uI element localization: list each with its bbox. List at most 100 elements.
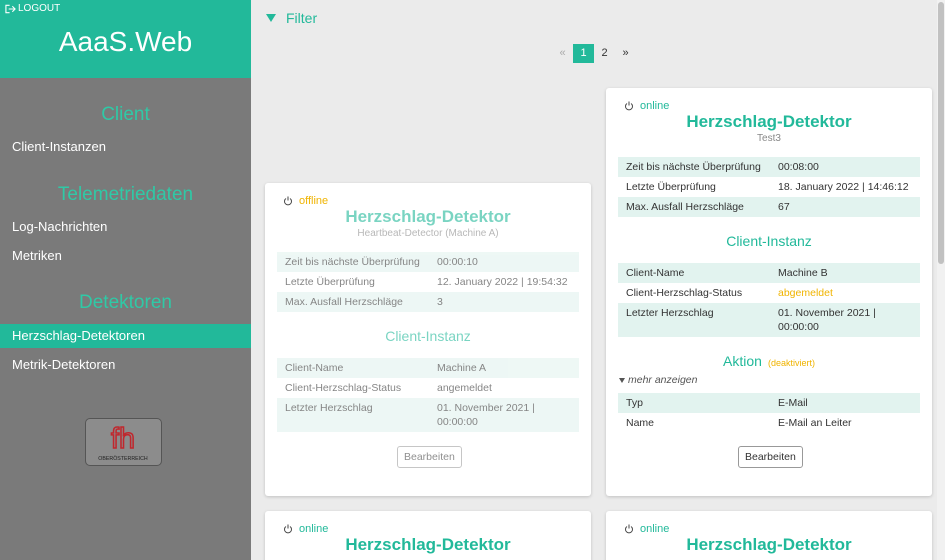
row-value: 18. January 2022 | 14:46:12 — [778, 181, 909, 193]
card-title: Herzschlag-Detektor — [345, 535, 511, 554]
client-table: Client-Name Machine B Client-Herzschlag-S… — [618, 263, 920, 337]
edit-button[interactable]: Bearbeiten — [738, 446, 803, 468]
client-table: Client-Name Machine A Client-Herzschlag-S… — [277, 358, 579, 432]
edit-button[interactable]: Bearbeiten — [397, 446, 462, 468]
row-value-time: 00:00:00 — [778, 321, 819, 333]
info-table: Zeit bis nächste Überprüfung 00:08:00 Let… — [618, 157, 920, 217]
table-row: Letzte Überprüfung 18. January 2022 | 14:… — [618, 177, 920, 197]
row-value: 12. January 2022 | 19:54:32 — [437, 276, 568, 288]
scrollbar[interactable] — [937, 0, 945, 560]
row-value: 67 — [778, 201, 790, 213]
row-value: E-Mail — [778, 397, 808, 409]
nav-section-client: Client — [101, 104, 150, 125]
row-key: Letzter Herzschlag — [626, 307, 714, 319]
row-key: Zeit bis nächste Überprüfung — [626, 161, 761, 173]
table-row: Letzter Herzschlag 01. November 2021 | 00:… — [618, 303, 920, 337]
logout-icon — [5, 4, 16, 13]
table-row: Client-Herzschlag-Status abgemeldet — [618, 283, 920, 303]
power-icon — [625, 101, 633, 111]
pagination-next[interactable]: » — [615, 44, 636, 63]
card-subtitle: Heartbeat-Detector (Machine A) — [357, 228, 499, 239]
row-key: Typ — [626, 397, 643, 409]
row-key: Letzte Überprüfung — [626, 181, 716, 193]
row-value: 3 — [437, 296, 443, 308]
sidebar-header: LOGOUT AaaS.Web — [0, 0, 251, 78]
app-title: AaaS.Web — [58, 26, 193, 57]
status-text: online — [640, 523, 670, 535]
row-value-time: 00:00:00 — [437, 416, 478, 428]
status-indicator: online — [624, 100, 669, 112]
power-icon — [284, 524, 292, 534]
power-icon — [625, 524, 633, 534]
table-row: Client-Herzschlag-Status angemeldet — [277, 378, 579, 398]
filter-toggle[interactable]: Filter — [266, 10, 317, 26]
chevron-down-icon — [266, 14, 276, 22]
sidebar-item-metric-detectors[interactable]: Metrik-Detektoren — [0, 353, 251, 377]
sidebar-item-client-instances[interactable]: Client-Instanzen — [0, 135, 251, 159]
row-key: Letzter Herzschlag — [285, 402, 373, 414]
status-indicator: online — [283, 523, 328, 535]
caret-down-icon — [619, 377, 625, 383]
table-row: Letzter Herzschlag 01. November 2021 | 00:… — [277, 398, 579, 432]
pagination: « 1 2 » — [552, 44, 636, 63]
status-indicator: offline — [283, 195, 328, 207]
card-subtitle: Test3 — [757, 133, 781, 144]
scrollbar-thumb[interactable] — [938, 2, 944, 264]
row-value: 00:08:00 — [778, 161, 819, 173]
table-row: Max. Ausfall Herzschläge 67 — [618, 197, 920, 217]
logout-button[interactable]: LOGOUT — [5, 3, 60, 14]
logo-letters: fh — [111, 423, 135, 455]
card-title: Herzschlag-Detektor — [686, 535, 852, 554]
main-content: Filter « 1 2 » offline Herzschlag-Detekt… — [251, 0, 945, 560]
fh-logo: fh OBERÖSTERREICH — [85, 418, 162, 466]
action-table: Typ E-Mail Name E-Mail an Leiter — [618, 393, 920, 433]
sidebar-item-metrics[interactable]: Metriken — [0, 244, 251, 268]
table-row: Zeit bis nächste Überprüfung 00:08:00 — [618, 157, 920, 177]
row-value: Machine B — [778, 267, 828, 279]
show-more-toggle[interactable]: mehr anzeigen — [619, 374, 697, 386]
row-key: Client-Herzschlag-Status — [626, 287, 743, 299]
status-text: online — [640, 100, 670, 112]
status-badge: (deaktiviert) — [767, 358, 815, 368]
status-text: online — [299, 523, 329, 535]
row-value: angemeldet — [437, 382, 492, 394]
row-value: 01. November 2021 | — [437, 402, 535, 414]
sidebar-item-heartbeat-detectors[interactable]: Herzschlag-Detektoren — [0, 324, 251, 348]
action-title: Aktion — [723, 353, 762, 369]
pagination-page-1[interactable]: 1 — [573, 44, 594, 63]
sidebar-item-log-messages[interactable]: Log-Nachrichten — [0, 215, 251, 239]
row-value: 00:00:10 — [437, 256, 478, 268]
info-table: Zeit bis nächste Überprüfung 00:00:10 Let… — [277, 252, 579, 312]
filter-label: Filter — [286, 10, 318, 26]
sidebar: LOGOUT AaaS.Web Client Client-Instanzen … — [0, 0, 251, 560]
card-title: Herzschlag-Detektor — [686, 112, 852, 131]
card-title: Herzschlag-Detektor — [345, 207, 511, 226]
row-key: Zeit bis nächste Überprüfung — [285, 256, 420, 268]
table-row: Name E-Mail an Leiter — [618, 413, 920, 433]
detector-card: online Herzschlag-Detektor — [265, 511, 591, 560]
row-value: E-Mail an Leiter — [778, 417, 852, 429]
row-key: Letzte Überprüfung — [285, 276, 375, 288]
table-row: Client-Name Machine B — [618, 263, 920, 283]
row-key: Client-Name — [626, 267, 685, 279]
row-key: Client-Herzschlag-Status — [285, 382, 402, 394]
table-row: Client-Name Machine A — [277, 358, 579, 378]
table-row: Letzte Überprüfung 12. January 2022 | 19:… — [277, 272, 579, 292]
row-key: Client-Name — [285, 362, 344, 374]
section-title-action: Aktion (deaktiviert) — [606, 353, 932, 369]
nav-section-telemetry: Telemetriedaten — [57, 184, 194, 205]
row-key: Max. Ausfall Herzschläge — [626, 201, 744, 213]
detector-card: online Herzschlag-Detektor Test3 Zeit bi… — [606, 88, 932, 496]
nav-section-detectors: Detektoren — [79, 292, 172, 313]
detector-card: online Herzschlag-Detektor — [606, 511, 932, 560]
detector-card: offline Herzschlag-Detektor Heartbeat-De… — [265, 183, 591, 496]
power-icon — [284, 196, 292, 206]
pagination-prev[interactable]: « — [552, 44, 573, 63]
show-more-label: mehr anzeigen — [628, 374, 698, 386]
pagination-page-2[interactable]: 2 — [594, 44, 615, 63]
section-title-client: Client-Instanz — [726, 233, 812, 249]
section-title-client: Client-Instanz — [385, 328, 471, 344]
table-row: Zeit bis nächste Überprüfung 00:00:10 — [277, 252, 579, 272]
row-key: Name — [626, 417, 655, 429]
logo-subtitle: OBERÖSTERREICH — [98, 455, 148, 462]
